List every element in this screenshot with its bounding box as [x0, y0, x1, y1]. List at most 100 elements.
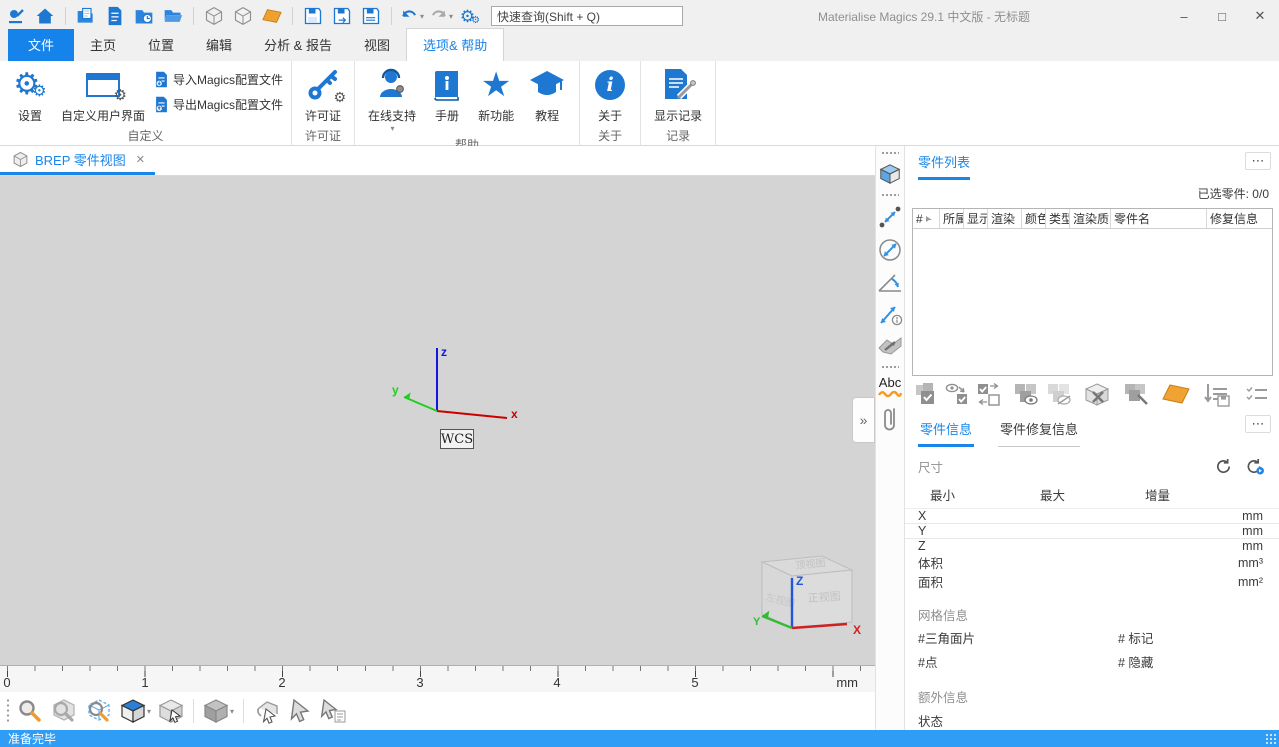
hide-parts-button[interactable] [1046, 382, 1073, 406]
view-orientation-caret[interactable]: ▾ [147, 707, 151, 716]
zoom-button[interactable] [17, 698, 43, 724]
fit-view-button[interactable] [878, 162, 902, 186]
zoom-fit-button[interactable] [50, 698, 78, 724]
nav-cube[interactable]: 顶视图 左视图 正视图 Z X Y [752, 542, 870, 642]
part-info-more-button[interactable]: ⋯ [1245, 415, 1271, 433]
undo-button[interactable]: ▾ [400, 4, 424, 28]
parts-list-tab[interactable]: 零件列表 [918, 152, 971, 180]
col-render[interactable]: 渲染 [988, 209, 1022, 228]
quick-settings-button[interactable]: ⚙ ⚙ [458, 4, 482, 28]
open-folder-button[interactable] [161, 4, 185, 28]
recent-files-button[interactable] [132, 4, 156, 28]
viewport-tab-close-icon[interactable]: ✕ [136, 153, 145, 166]
parts-table-body[interactable] [913, 229, 1272, 375]
tab-home[interactable]: 主页 [74, 29, 132, 61]
measure-info-button[interactable] [877, 301, 903, 327]
col-type[interactable]: 类型 [1046, 209, 1070, 228]
wire-cube-button[interactable] [231, 4, 255, 28]
wire-sphere-button[interactable] [202, 4, 226, 28]
view-orientation-button[interactable]: ▾ [120, 698, 151, 724]
tab-position[interactable]: 位置 [132, 29, 190, 61]
select-parts-button[interactable] [914, 382, 939, 406]
auto-refresh-icon[interactable] [1245, 458, 1265, 475]
export-list-button[interactable] [1203, 381, 1231, 407]
fit-cube-icon [879, 164, 901, 185]
close-button[interactable]: ✕ [1241, 2, 1279, 30]
resize-grip[interactable] [1265, 733, 1277, 745]
manual-button[interactable]: 手册 [425, 63, 469, 135]
col-render-quality[interactable]: 渲染质 [1070, 209, 1111, 228]
panel-collapse-button[interactable]: » [852, 397, 875, 443]
toggle-visibility-button[interactable] [945, 382, 970, 406]
tab-edit[interactable]: 编辑 [190, 29, 248, 61]
part-repair-info-tab[interactable]: 零件修复信息 [998, 419, 1081, 447]
render-mode-button[interactable]: ▾ [203, 698, 234, 724]
select-through-button[interactable] [253, 698, 281, 724]
invert-selection-button[interactable] [976, 382, 1001, 406]
redo-dropdown-caret[interactable]: ▾ [449, 12, 453, 21]
col-part-name[interactable]: 零件名 [1111, 209, 1207, 228]
col-index[interactable]: # [913, 209, 940, 228]
online-support-button[interactable]: 在线支持 ▾ [363, 63, 421, 135]
col-repair-info[interactable]: 修复信息 [1207, 209, 1272, 228]
viewport-tab-brep[interactable]: BREP 零件视图 ✕ [0, 146, 155, 175]
save-project-button[interactable] [301, 4, 325, 28]
viewport-canvas[interactable]: z x y WCS 顶视图 左视图 正视图 Z X Y » [0, 176, 875, 665]
view-pick-button[interactable] [158, 698, 184, 724]
measure-radius-button[interactable] [877, 237, 903, 263]
col-color[interactable]: 颜色 [1022, 209, 1046, 228]
show-parts-button[interactable] [1013, 382, 1040, 406]
dim-unit: mm³ [1238, 555, 1263, 570]
show-log-button[interactable]: 显示记录 [649, 63, 707, 126]
delete-part-button[interactable] [1085, 382, 1111, 406]
strip-drag-handle[interactable] [881, 365, 899, 369]
annotation-button[interactable]: Abc [878, 375, 902, 398]
quick-search-input[interactable] [491, 6, 683, 26]
measure-angle-button[interactable] [877, 270, 903, 294]
group-customize: ⚙ ⚙ 设置 ⚙ 自定义用户界面 导入Magics配置文件 导出Magics配置… [0, 61, 293, 145]
platform-scene-button[interactable] [1161, 382, 1191, 406]
pick-part-button[interactable] [1123, 382, 1149, 406]
refresh-icon[interactable] [1215, 458, 1232, 475]
about-button[interactable]: i 关于 [588, 63, 632, 126]
measure-on-part-button[interactable] [877, 334, 903, 358]
measure-distance-button[interactable] [878, 204, 902, 230]
save-parts-button[interactable] [359, 4, 383, 28]
parts-table[interactable]: # 所属 显示 渲染 颜色 类型 渲染质 零件名 修复信息 [912, 208, 1273, 376]
star-icon: ★ [480, 66, 512, 104]
select-items-button[interactable] [288, 698, 312, 724]
strip-drag-handle[interactable] [881, 151, 899, 155]
settings-button[interactable]: ⚙ ⚙ 设置 [8, 63, 52, 126]
parts-list-more-button[interactable]: ⋯ [1245, 152, 1271, 170]
tab-file[interactable]: 文件 [8, 29, 75, 61]
new-features-button[interactable]: ★ 新功能 [473, 63, 519, 135]
tab-view[interactable]: 视图 [348, 29, 406, 61]
redo-button[interactable]: ▾ [429, 4, 453, 28]
home-button[interactable] [33, 4, 57, 28]
select-list-button[interactable] [319, 698, 347, 724]
save-as-button[interactable] [330, 4, 354, 28]
col-belongs[interactable]: 所属 [940, 209, 964, 228]
tab-analyze-report[interactable]: 分析 & 报告 [248, 29, 348, 61]
hide-parts-icon [1048, 384, 1071, 405]
attachment-button[interactable] [881, 405, 899, 435]
compact-list-view-button[interactable] [1245, 385, 1269, 403]
maximize-button[interactable]: □ [1203, 2, 1241, 30]
minimize-button[interactable]: – [1165, 2, 1203, 30]
zoom-selection-button[interactable] [85, 698, 113, 724]
tutorials-button[interactable]: 教程 [523, 63, 571, 135]
license-button[interactable]: ⚙ 许可证 [300, 63, 346, 126]
new-project-button[interactable] [74, 4, 98, 28]
render-mode-caret[interactable]: ▾ [230, 707, 234, 716]
customize-ui-button[interactable]: ⚙ 自定义用户界面 [56, 63, 150, 126]
platform-button[interactable] [260, 4, 284, 28]
strip-drag-handle[interactable] [881, 193, 899, 197]
part-info-tab[interactable]: 零件信息 [918, 419, 975, 447]
import-profile-button[interactable]: 导入Magics配置文件 [154, 71, 283, 88]
tab-options-help[interactable]: 选项& 帮助 [405, 28, 505, 62]
import-part-button[interactable] [103, 4, 127, 28]
undo-dropdown-caret[interactable]: ▾ [420, 12, 424, 21]
export-profile-button[interactable]: 导出Magics配置文件 [154, 96, 283, 113]
col-visible[interactable]: 显示 [964, 209, 988, 228]
toolbar-drag-handle[interactable] [6, 698, 10, 724]
